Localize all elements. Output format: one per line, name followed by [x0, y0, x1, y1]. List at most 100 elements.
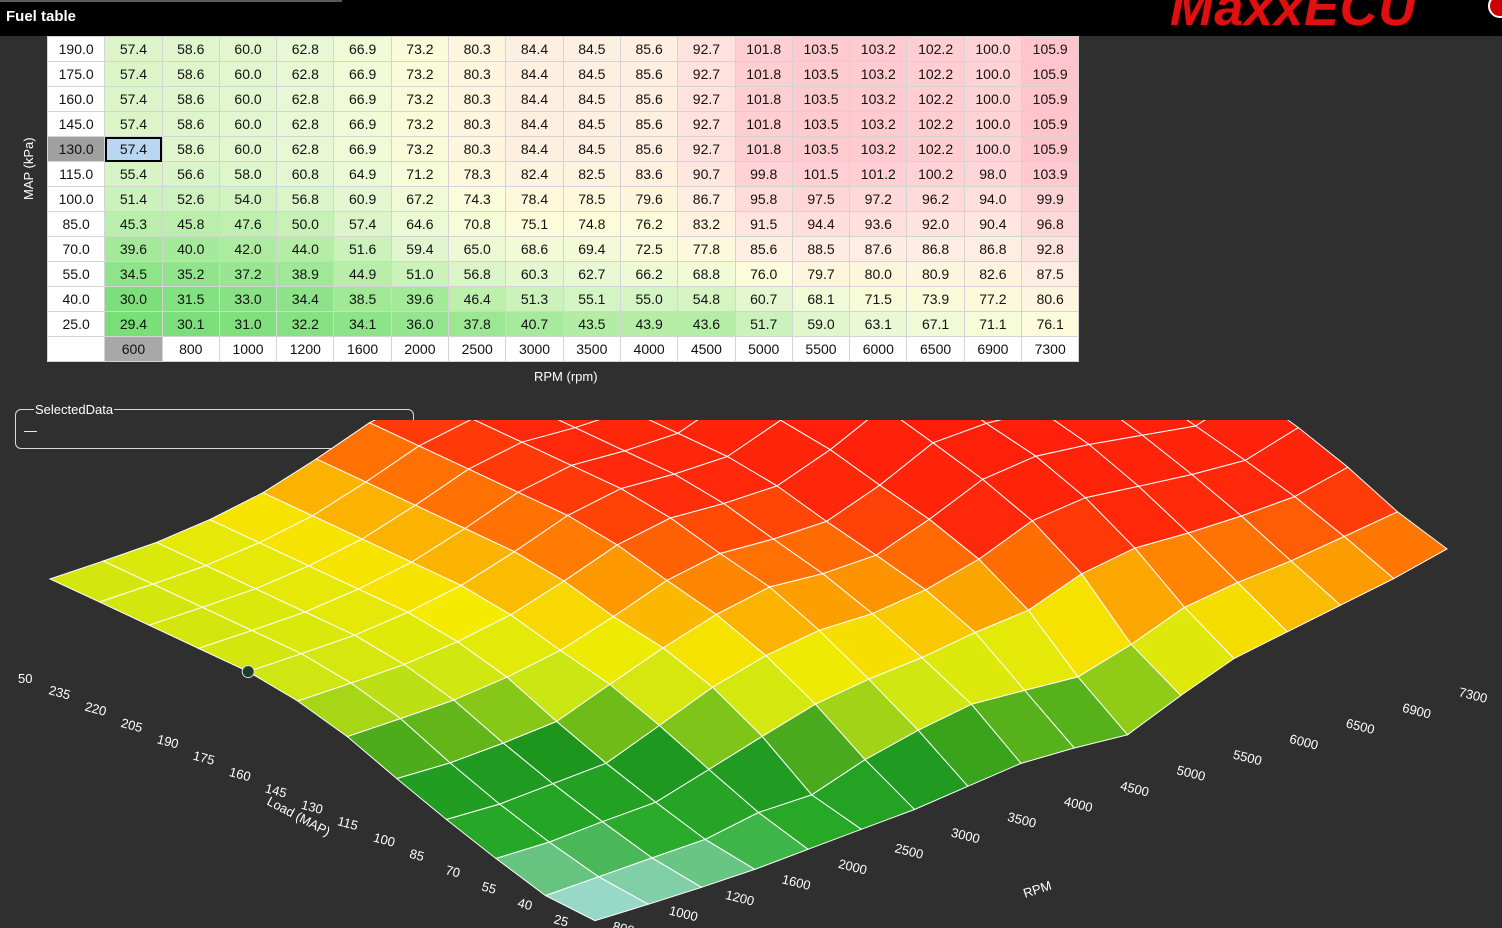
- table-cell[interactable]: 44.9: [333, 261, 392, 287]
- table-cell[interactable]: 80.3: [448, 111, 507, 137]
- table-cell[interactable]: 105.9: [1021, 61, 1080, 87]
- table-cell[interactable]: 97.2: [849, 186, 908, 212]
- table-cell[interactable]: 103.2: [849, 111, 908, 137]
- table-cell[interactable]: 56.8: [448, 261, 507, 287]
- table-cell[interactable]: 85.6: [619, 61, 679, 87]
- table-cell[interactable]: 71.5: [849, 286, 908, 312]
- table-cell[interactable]: 100.0: [963, 36, 1023, 62]
- table-cell[interactable]: 67.2: [390, 186, 450, 212]
- table-cell[interactable]: 66.9: [333, 86, 392, 112]
- table-cell[interactable]: 92.7: [677, 86, 736, 112]
- table-cell[interactable]: 31.0: [218, 311, 278, 337]
- table-cell[interactable]: 74.8: [562, 211, 621, 237]
- table-cell[interactable]: 57.4: [333, 211, 392, 237]
- map-row-header[interactable]: 175.0: [46, 61, 106, 87]
- rpm-column-header[interactable]: 1200: [276, 336, 335, 362]
- table-cell[interactable]: 73.2: [390, 86, 450, 112]
- table-cell[interactable]: 58.6: [161, 136, 220, 162]
- table-cell[interactable]: 100.2: [906, 161, 965, 187]
- table-cell[interactable]: 51.0: [390, 261, 450, 287]
- table-cell[interactable]: 80.3: [448, 136, 507, 162]
- table-cell[interactable]: 84.5: [562, 111, 621, 137]
- table-cell[interactable]: 64.9: [333, 161, 392, 187]
- table-cell[interactable]: 103.5: [791, 36, 851, 62]
- table-cell[interactable]: 100.0: [963, 61, 1023, 87]
- map-row-header[interactable]: 190.0: [46, 36, 106, 62]
- table-cell[interactable]: 34.5: [104, 261, 163, 287]
- table-cell[interactable]: 76.2: [619, 211, 679, 237]
- table-cell[interactable]: 51.6: [333, 236, 392, 262]
- table-cell[interactable]: 40.0: [161, 236, 220, 262]
- table-cell[interactable]: 37.2: [218, 261, 278, 287]
- table-cell[interactable]: 105.9: [1021, 111, 1080, 137]
- table-cell[interactable]: 93.6: [849, 211, 908, 237]
- table-cell[interactable]: 103.2: [849, 86, 908, 112]
- table-cell[interactable]: 66.9: [333, 111, 392, 137]
- table-cell[interactable]: 101.8: [734, 136, 793, 162]
- table-cell[interactable]: 69.4: [562, 236, 621, 262]
- table-cell[interactable]: 73.9: [906, 286, 965, 312]
- table-cell[interactable]: 50.0: [276, 211, 335, 237]
- table-cell[interactable]: 43.6: [677, 311, 736, 337]
- table-cell[interactable]: 73.2: [390, 61, 450, 87]
- table-cell[interactable]: 82.4: [505, 161, 564, 187]
- rpm-column-header[interactable]: 7300: [1021, 336, 1080, 362]
- table-cell[interactable]: 80.3: [448, 61, 507, 87]
- rpm-column-header[interactable]: 1000: [218, 336, 278, 362]
- table-cell[interactable]: 58.6: [161, 61, 220, 87]
- table-cell[interactable]: 85.6: [619, 111, 679, 137]
- table-cell[interactable]: 51.3: [505, 286, 564, 312]
- map-row-header[interactable]: 85.0: [46, 211, 106, 237]
- table-cell[interactable]: 86.8: [906, 236, 965, 262]
- table-cell[interactable]: 103.5: [791, 111, 851, 137]
- table-cell[interactable]: 103.2: [849, 136, 908, 162]
- rpm-column-header[interactable]: 6500: [906, 336, 965, 362]
- table-cell[interactable]: 55.0: [619, 286, 679, 312]
- table-cell[interactable]: 54.8: [677, 286, 736, 312]
- table-cell[interactable]: 84.4: [505, 86, 564, 112]
- rpm-column-header[interactable]: 5500: [791, 336, 851, 362]
- table-cell[interactable]: 40.7: [505, 311, 564, 337]
- map-row-header[interactable]: 115.0: [46, 161, 106, 187]
- table-cell[interactable]: 98.0: [963, 161, 1023, 187]
- table-cell[interactable]: 51.4: [104, 186, 163, 212]
- table-cell[interactable]: 102.2: [906, 111, 965, 137]
- table-cell[interactable]: 103.2: [849, 61, 908, 87]
- table-cell[interactable]: 73.2: [390, 36, 450, 62]
- table-cell[interactable]: 85.6: [619, 86, 679, 112]
- table-cell[interactable]: 76.0: [734, 261, 793, 287]
- table-cell[interactable]: 82.6: [963, 261, 1023, 287]
- table-cell[interactable]: 78.5: [562, 186, 621, 212]
- table-cell[interactable]: 59.4: [390, 236, 450, 262]
- table-cell[interactable]: 101.2: [849, 161, 908, 187]
- table-cell[interactable]: 57.4: [104, 136, 163, 162]
- table-cell[interactable]: 99.9: [1021, 186, 1080, 212]
- table-cell[interactable]: 57.4: [104, 111, 163, 137]
- table-cell[interactable]: 105.9: [1021, 36, 1080, 62]
- fuel-surface-3d-plot[interactable]: 5023522020519017516014513011510085705540…: [0, 420, 1502, 928]
- table-cell[interactable]: 57.4: [104, 36, 163, 62]
- table-cell[interactable]: 92.7: [677, 36, 736, 62]
- table-cell[interactable]: 58.6: [161, 111, 220, 137]
- table-cell[interactable]: 62.8: [276, 61, 335, 87]
- map-row-header[interactable]: 160.0: [46, 86, 106, 112]
- rpm-column-header[interactable]: 5000: [734, 336, 793, 362]
- table-cell[interactable]: 60.0: [218, 61, 278, 87]
- table-cell[interactable]: 92.0: [906, 211, 965, 237]
- table-cell[interactable]: 39.6: [104, 236, 163, 262]
- table-cell[interactable]: 84.5: [562, 36, 621, 62]
- table-cell[interactable]: 62.8: [276, 36, 335, 62]
- table-cell[interactable]: 102.2: [906, 86, 965, 112]
- table-cell[interactable]: 99.8: [734, 161, 793, 187]
- table-cell[interactable]: 35.2: [161, 261, 220, 287]
- table-cell[interactable]: 90.7: [677, 161, 736, 187]
- table-cell[interactable]: 38.9: [276, 261, 335, 287]
- table-cell[interactable]: 84.5: [562, 136, 621, 162]
- table-cell[interactable]: 95.8: [734, 186, 793, 212]
- table-cell[interactable]: 87.5: [1021, 261, 1080, 287]
- map-row-header[interactable]: 145.0: [46, 111, 106, 137]
- table-cell[interactable]: 103.9: [1021, 161, 1080, 187]
- table-cell[interactable]: 79.6: [619, 186, 679, 212]
- map-row-header[interactable]: 55.0: [46, 261, 106, 287]
- table-cell[interactable]: 42.0: [218, 236, 278, 262]
